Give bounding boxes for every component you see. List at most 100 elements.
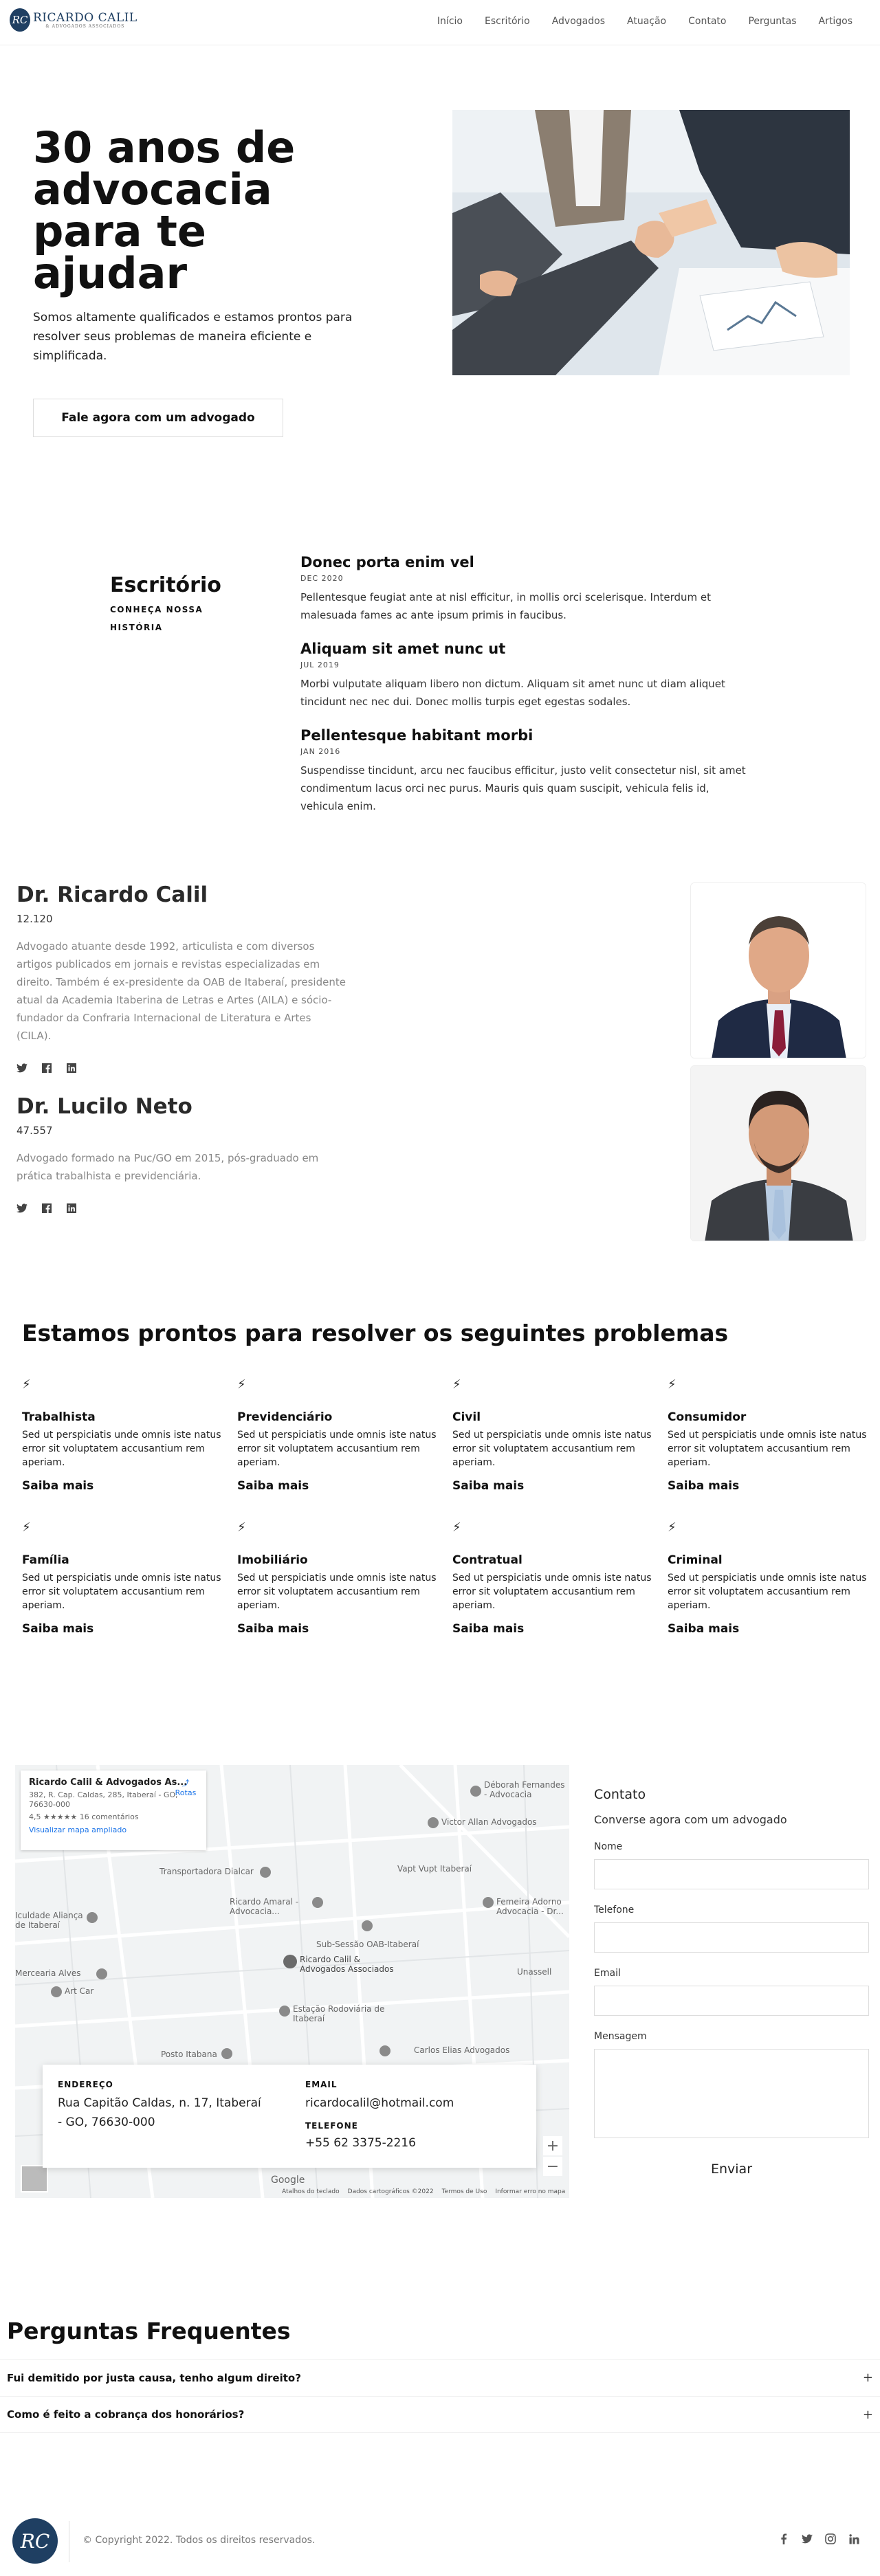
map-pin-icon[interactable]	[470, 1786, 481, 1797]
map-label: Vapt Vupt Itaberaí	[397, 1864, 472, 1874]
contact-subtitle: Converse agora com um advogado	[594, 1813, 787, 1826]
name-label: Nome	[594, 1841, 623, 1852]
phone-field-label: Telefone	[594, 1905, 635, 1916]
address-value: Rua Capitão Caldas, n. 17, Itaberaí - GO…	[58, 2096, 261, 2129]
nav-escritorio[interactable]: Escritório	[485, 16, 530, 27]
problem-card: ⚡︎ Trabalhista Sed ut perspiciatis unde …	[22, 1377, 221, 1493]
faq-item[interactable]: Como é feito a cobrança dos honorários? …	[0, 2396, 880, 2433]
message-field[interactable]	[594, 2049, 869, 2138]
nav-atuacao[interactable]: Atuação	[627, 16, 666, 27]
nav-artigos[interactable]: Artigos	[819, 16, 852, 27]
learn-more-link[interactable]: Saiba mais	[452, 1479, 652, 1493]
map-pin-icon[interactable]	[260, 1867, 271, 1878]
twitter-icon[interactable]	[16, 1063, 28, 1074]
main-nav: Início Escritório Advogados Atuação Cont…	[415, 16, 852, 27]
learn-more-link[interactable]: Saiba mais	[22, 1622, 221, 1636]
facebook-icon[interactable]	[41, 1063, 52, 1074]
nav-advogados[interactable]: Advogados	[552, 16, 605, 27]
email-field[interactable]	[594, 1986, 869, 2016]
logo[interactable]: RC RICARDO CALIL & ADVOGADOS ASSOCIADOS	[10, 8, 138, 32]
problem-name: Civil	[452, 1410, 481, 1424]
map-footer: Atalhos do teclado Dados cartográficos ©…	[282, 2188, 565, 2195]
map-pin-icon[interactable]	[96, 1968, 107, 1979]
map-pin-icon[interactable]	[279, 2006, 290, 2017]
faq-question: Fui demitido por justa causa, tenho algu…	[7, 2371, 301, 2384]
office-timeline: Donec porta enim vel DEC 2020 Pellentesq…	[300, 554, 747, 832]
timeline-text: Pellentesque feugiat ante at nisl effici…	[300, 591, 711, 621]
problem-name: Imobiliário	[237, 1553, 308, 1567]
problem-card: ⚡︎ Previdenciário Sed ut perspiciatis un…	[237, 1377, 437, 1493]
report-error-link[interactable]: Informar erro no mapa	[495, 2188, 565, 2195]
email-value: ricardocalil@hotmail.com	[305, 2096, 454, 2110]
problem-card: ⚡︎ Contratual Sed ut perspiciatis unde o…	[452, 1520, 652, 1636]
send-button[interactable]: Enviar	[711, 2162, 752, 2177]
logo-monogram: RC	[10, 8, 30, 32]
map-label: Déborah Fernandes - Advocacia	[484, 1780, 565, 1799]
learn-more-link[interactable]: Saiba mais	[668, 1622, 867, 1636]
problem-card: ⚡︎ Criminal Sed ut perspiciatis unde omn…	[668, 1520, 867, 1636]
map-label: Mercearia Alves	[15, 1968, 81, 1978]
problem-text: Sed ut perspiciatis unde omnis iste natu…	[668, 1573, 867, 1611]
zoom-out-button[interactable]: −	[543, 2157, 562, 2176]
lightning-icon: ⚡︎	[668, 1377, 676, 1392]
map-layer-thumbnail[interactable]	[21, 2165, 48, 2192]
phone-field[interactable]	[594, 1922, 869, 1953]
facebook-icon[interactable]	[778, 2533, 789, 2544]
map-pin-icon[interactable]	[428, 1817, 439, 1828]
twitter-icon[interactable]	[16, 1203, 28, 1214]
map-label: Sub-Sessão OAB-Itaberaí	[316, 1940, 419, 1949]
linkedin-icon[interactable]	[66, 1063, 77, 1074]
keyboard-shortcuts-link[interactable]: Atalhos do teclado	[282, 2188, 340, 2195]
office-location-pin-icon[interactable]	[283, 1955, 297, 1968]
linkedin-icon[interactable]	[66, 1203, 77, 1214]
problem-text: Sed ut perspiciatis unde omnis iste natu…	[22, 1573, 221, 1611]
directions-button[interactable]: ⤴ Rotas	[172, 1777, 199, 1797]
map-label: Victor Allan Advogados	[441, 1817, 537, 1827]
learn-more-link[interactable]: Saiba mais	[237, 1622, 437, 1636]
lawyer-oab: 12.120	[16, 913, 53, 925]
facebook-icon[interactable]	[41, 1203, 52, 1214]
zoom-in-button[interactable]: +	[543, 2136, 562, 2155]
site-header: RC RICARDO CALIL & ADVOGADOS ASSOCIADOS …	[0, 0, 880, 45]
phone-label: TELEFONE	[305, 2121, 358, 2131]
learn-more-link[interactable]: Saiba mais	[237, 1479, 437, 1493]
map-pin-icon[interactable]	[221, 2048, 232, 2059]
map-pin-icon[interactable]	[312, 1897, 323, 1908]
hero-title: 30 anos de advocacia para te ajudar	[33, 122, 296, 298]
map-pin-icon[interactable]	[380, 2045, 390, 2056]
faq-question: Como é feito a cobrança dos honorários?	[7, 2408, 245, 2421]
learn-more-link[interactable]: Saiba mais	[668, 1479, 867, 1493]
map-pin-icon[interactable]	[362, 1920, 373, 1931]
timeline-item: Pellentesque habitant morbi JAN 2016 Sus…	[300, 727, 747, 815]
map-label: Femeira Adorno Advocacia - Dr...	[496, 1897, 564, 1916]
lawyer-bio: Advogado atuante desde 1992, articulista…	[16, 940, 346, 1042]
terms-link[interactable]: Termos de Uso	[442, 2188, 487, 2195]
timeline-item: Donec porta enim vel DEC 2020 Pellentesq…	[300, 554, 747, 624]
instagram-icon[interactable]	[825, 2533, 836, 2544]
directions-icon: ⤴	[182, 1779, 190, 1788]
map-pin-icon[interactable]	[51, 1986, 62, 1997]
learn-more-link[interactable]: Saiba mais	[22, 1479, 221, 1493]
problem-card: ⚡︎ Imobiliário Sed ut perspiciatis unde …	[237, 1520, 437, 1636]
faq-item[interactable]: Fui demitido por justa causa, tenho algu…	[0, 2359, 880, 2396]
faq-list: Fui demitido por justa causa, tenho algu…	[0, 2359, 880, 2433]
name-field[interactable]	[594, 1859, 869, 1889]
nav-contato[interactable]: Contato	[688, 16, 726, 27]
talk-to-lawyer-button[interactable]: Fale agora com um advogado	[33, 399, 283, 437]
problem-text: Sed ut perspiciatis unde omnis iste natu…	[237, 1430, 437, 1468]
twitter-icon[interactable]	[802, 2533, 813, 2544]
view-larger-map-link[interactable]: Visualizar mapa ampliado	[29, 1825, 198, 1834]
footer-logo[interactable]: RC	[12, 2518, 58, 2564]
plus-icon: +	[862, 2370, 873, 2385]
nav-perguntas[interactable]: Perguntas	[748, 16, 796, 27]
copyright: © Copyright 2022. Todos os direitos rese…	[82, 2535, 316, 2546]
linkedin-icon[interactable]	[848, 2533, 859, 2544]
lawyer-name: Dr. Ricardo Calil	[16, 882, 208, 907]
problem-card: ⚡︎ Consumidor Sed ut perspiciatis unde o…	[668, 1377, 867, 1493]
map-pin-icon[interactable]	[483, 1897, 494, 1908]
map-place-card: Ricardo Calil & Advogados As... 382, R. …	[21, 1770, 206, 1850]
hero-text: Somos altamente qualificados e estamos p…	[33, 311, 353, 363]
nav-inicio[interactable]: Início	[437, 16, 463, 27]
learn-more-link[interactable]: Saiba mais	[452, 1622, 652, 1636]
map-pin-icon[interactable]	[87, 1912, 98, 1923]
